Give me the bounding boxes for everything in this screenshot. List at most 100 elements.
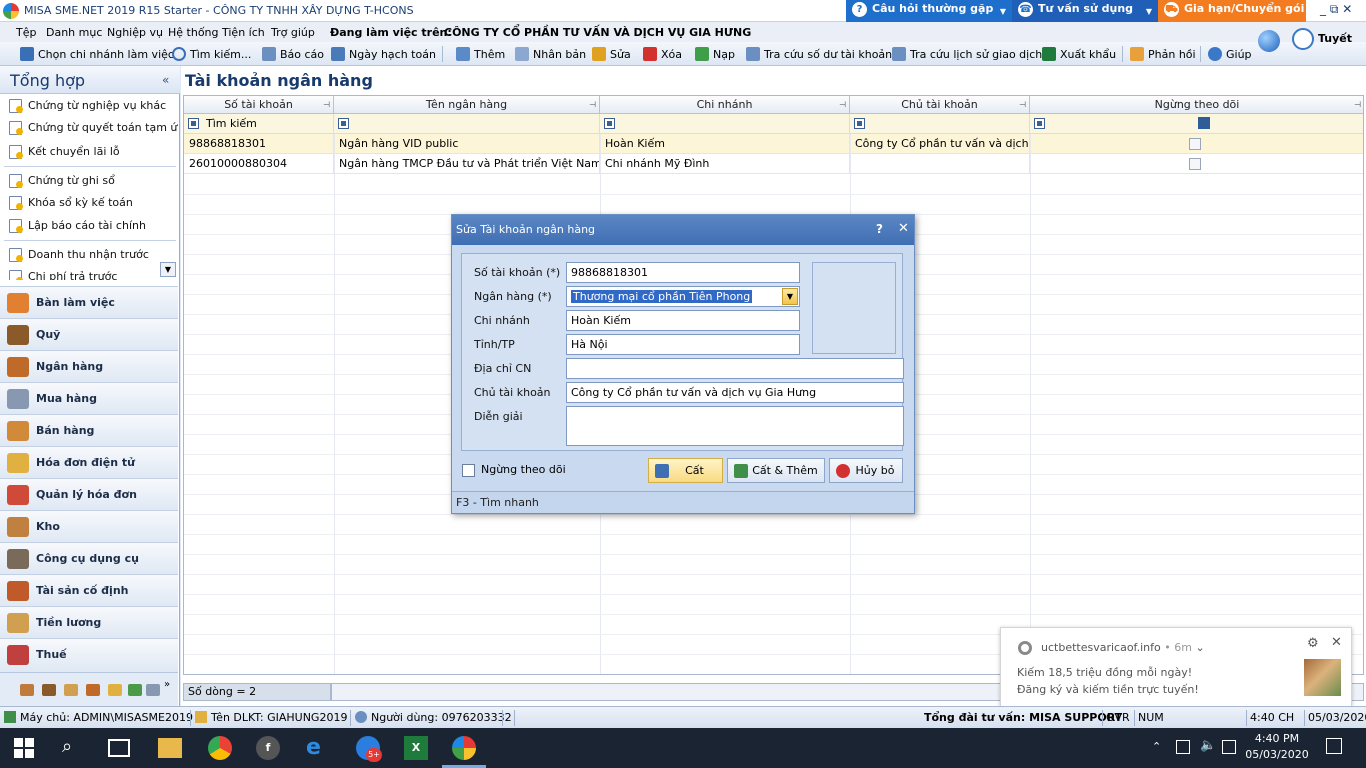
module-warehouse[interactable]: Kho [0,510,178,542]
bank-logo-box[interactable] [812,262,896,354]
feedback-button[interactable]: Phản hồi [1130,47,1196,63]
module-salary[interactable]: Tiền lương [0,606,178,638]
filter-operator-icon[interactable] [854,118,865,129]
shortcut-icon[interactable] [20,684,34,696]
more-icon[interactable]: » [164,679,170,690]
faq-tab[interactable]: ? Câu hỏi thường gặp ▼ [846,0,1012,22]
branch-button[interactable]: Chọn chi nhánh làm việc [20,47,174,63]
table-cell[interactable]: Công ty Cổ phần tư vấn và dịch v [850,134,1030,154]
search-icon[interactable]: ⌕ [62,736,86,760]
column-header-stop-tracking[interactable]: Ngừng theo dõi ⊣ [1030,96,1363,114]
table-cell[interactable] [1030,134,1363,154]
city-input[interactable]: Hà Nội [566,334,800,355]
flash-icon[interactable]: f [256,736,280,760]
pin-icon[interactable]: ⊣ [839,96,846,113]
table-cell[interactable]: Chi nhánh Mỹ Đình [600,154,850,174]
dialog-title-bar[interactable]: Sửa Tài khoản ngân hàng [452,215,914,245]
shortcut-icon[interactable] [64,684,78,696]
menu-system[interactable]: Hệ thống [168,26,219,39]
menu-catalog[interactable]: Danh mục [46,26,102,39]
module-tools[interactable]: Công cụ dụng cụ [0,542,178,574]
report-button[interactable]: Báo cáo [262,47,324,63]
row-checkbox[interactable] [1189,158,1201,170]
file-explorer-icon[interactable] [158,738,182,758]
pin-icon[interactable]: ⊣ [589,96,596,113]
task-view-icon[interactable] [108,739,130,757]
module-purchase[interactable]: Mua hàng [0,382,178,414]
action-center-icon[interactable] [1326,738,1342,754]
table-cell[interactable] [850,154,1030,174]
cancel-button[interactable]: Hủy bỏ [829,458,903,483]
browser-notification[interactable]: uctbettesvaricaof.info • 6m ⌄ ⚙ ✕ Kiếm 1… [1000,627,1352,707]
bank-select[interactable]: Thương mại cổ phần Tiên Phong ▼ [566,286,800,307]
renew-tab[interactable]: ⛟ Gia hạn/Chuyển gói [1158,0,1306,22]
export-button[interactable]: Xuất khẩu [1042,47,1116,63]
gear-icon[interactable]: ⚙ [1307,636,1319,651]
sidebar-link[interactable]: Doanh thu nhận trước [0,244,178,266]
pin-icon[interactable]: ⊣ [323,96,330,113]
table-cell[interactable] [1030,154,1363,174]
shortcut-icon[interactable] [42,684,56,696]
table-cell[interactable]: 26010000880304 [184,154,334,174]
chevron-up-icon[interactable]: ⌃ [1152,740,1161,753]
user-avatar[interactable] [1292,28,1314,50]
address-input[interactable] [566,358,904,379]
posting-date-button[interactable]: Ngày hạch toán [331,47,436,63]
user-name[interactable]: Tuyết [1318,32,1352,48]
windows-start-icon[interactable] [14,738,34,758]
sidebar-link[interactable]: Chứng từ quyết toán tạm ứn... [0,117,178,139]
search-button[interactable]: Tìm kiếm... [172,47,251,63]
column-header-branch[interactable]: Chi nhánh ⊣ [600,96,850,114]
save-and-add-button[interactable]: Cất & Thêm [727,458,825,483]
module-bank[interactable]: Ngân hàng [0,350,178,382]
close-icon[interactable]: ✕ [1331,635,1342,650]
balance-lookup-button[interactable]: Tra cứu số dư tài khoản [746,47,892,63]
filter-operator-icon[interactable] [338,118,349,129]
history-lookup-button[interactable]: Tra cứu lịch sử giao dịch [892,47,1042,63]
sidebar-link[interactable]: Lập báo cáo tài chính [0,215,178,237]
help-button[interactable]: Giúp [1208,47,1252,63]
shortcut-icon[interactable] [86,684,100,696]
module-desk[interactable]: Bàn làm việc [0,286,178,318]
menu-file[interactable]: Tệp [16,26,36,39]
sidebar-link[interactable]: Chi phí trả trước [0,266,178,280]
menu-utilities[interactable]: Tiện ích [222,26,265,39]
shortcut-icon[interactable] [128,684,142,696]
column-header-account[interactable]: Số tài khoản ⊣ [184,96,334,114]
close-icon[interactable]: ✕ [898,221,909,236]
filter-account[interactable]: Tìm kiếm [184,114,334,134]
module-sales[interactable]: Bán hàng [0,414,178,446]
add-button[interactable]: Thêm [456,47,505,63]
owner-input[interactable]: Công ty Cổ phần tư vấn và dịch vụ Gia Hư… [566,382,904,403]
chrome-icon[interactable] [208,736,232,760]
account-number-input[interactable]: 98868818301 [566,262,800,283]
globe-icon[interactable] [1258,30,1280,52]
filter-operator-icon[interactable] [604,118,615,129]
menu-help[interactable]: Trợ giúp [271,26,315,39]
network-icon[interactable] [1176,740,1190,754]
language-icon[interactable] [1222,740,1236,754]
clock-date[interactable]: 05/03/2020 [1245,748,1309,761]
reload-button[interactable]: Nạp [695,47,735,63]
branch-input[interactable]: Hoàn Kiếm [566,310,800,331]
row-checkbox[interactable] [1189,138,1201,150]
pin-icon[interactable]: ⊣ [1354,96,1361,113]
save-button[interactable]: Cất [648,458,723,483]
filter-operator-icon[interactable] [1034,118,1045,129]
delete-button[interactable]: Xóa [643,47,682,63]
module-tax[interactable]: Thuế [0,638,178,672]
filter-branch[interactable] [600,114,850,134]
pin-icon[interactable]: ⊣ [1019,96,1026,113]
table-cell[interactable]: Hoàn Kiếm [600,134,850,154]
clock-time[interactable]: 4:40 PM [1252,732,1302,745]
description-input[interactable] [566,406,904,446]
duplicate-button[interactable]: Nhân bản [515,47,586,63]
filter-stop-tracking[interactable] [1030,114,1363,134]
filter-owner[interactable] [850,114,1030,134]
column-header-bank[interactable]: Tên ngân hàng ⊣ [334,96,600,114]
sidebar-link[interactable]: Chứng từ ghi sổ [0,170,178,192]
sidebar-link[interactable]: Khóa sổ kỳ kế toán [0,192,178,214]
edge-icon[interactable]: e [306,736,330,760]
filter-bank[interactable] [334,114,600,134]
module-invoice-mgmt[interactable]: Quản lý hóa đơn [0,478,178,510]
